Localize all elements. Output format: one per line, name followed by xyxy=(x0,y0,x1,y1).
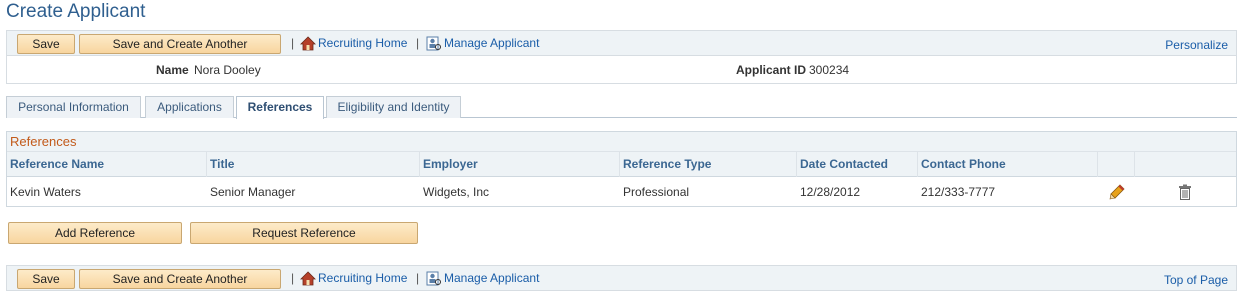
grid-header-row: Reference Name Title Employer Reference … xyxy=(7,152,1236,177)
contact-phone-cell: 212/333-7777 xyxy=(921,185,996,199)
toolbar-separator: | xyxy=(291,36,295,50)
title-cell: Senior Manager xyxy=(210,185,296,199)
home-icon[interactable] xyxy=(300,271,316,286)
column-header-reference-type: Reference Type xyxy=(620,152,797,177)
tab-personal-information[interactable]: Personal Information xyxy=(6,96,141,118)
save-button[interactable]: Save xyxy=(17,34,75,54)
save-and-create-another-button[interactable]: Save and Create Another xyxy=(79,34,281,54)
personalize-link[interactable]: Personalize xyxy=(1165,38,1228,52)
top-toolbar: Save Save and Create Another | Recruitin… xyxy=(6,30,1237,56)
applicant-header: Name Nora Dooley Applicant ID 300234 xyxy=(6,56,1237,84)
column-header-title: Title xyxy=(207,152,420,177)
column-header-edit xyxy=(1098,152,1135,177)
name-value: Nora Dooley xyxy=(194,63,261,77)
toolbar-separator: | xyxy=(291,271,295,285)
save-and-create-another-button[interactable]: Save and Create Another xyxy=(79,269,281,289)
reference-name-cell: Kevin Waters xyxy=(10,185,81,199)
date-contacted-cell: 12/28/2012 xyxy=(800,185,861,199)
column-header-delete xyxy=(1135,152,1236,177)
tab-bar: Personal Information Applications Refere… xyxy=(6,96,1237,119)
references-grid: References Reference Name Title Employer… xyxy=(6,131,1237,207)
references-grid-title: References xyxy=(7,132,1236,152)
home-icon[interactable] xyxy=(300,36,316,51)
manage-applicant-link[interactable]: Manage Applicant xyxy=(444,271,539,285)
recruiting-home-link[interactable]: Recruiting Home xyxy=(318,271,407,285)
trash-icon[interactable] xyxy=(1178,184,1192,200)
table-row: Kevin Waters Senior Manager Widgets, Inc… xyxy=(7,178,1236,207)
page-title: Create Applicant xyxy=(6,1,146,22)
applicant-id-value: 300234 xyxy=(809,63,850,77)
employer-cell: Widgets, Inc xyxy=(423,185,490,199)
recruiting-home-link[interactable]: Recruiting Home xyxy=(318,36,407,50)
tab-references[interactable]: References xyxy=(236,96,324,119)
column-header-contact-phone: Contact Phone xyxy=(918,152,1098,177)
manage-applicant-link[interactable]: Manage Applicant xyxy=(444,36,539,50)
toolbar-separator: | xyxy=(416,36,420,50)
applicant-id-label: Applicant ID xyxy=(736,63,807,77)
manage-applicant-icon[interactable] xyxy=(426,36,442,51)
column-header-date-contacted: Date Contacted xyxy=(797,152,918,177)
name-label: Name xyxy=(156,63,189,77)
request-reference-button[interactable]: Request Reference xyxy=(190,222,418,244)
tab-eligibility-and-identity[interactable]: Eligibility and Identity xyxy=(326,96,461,118)
column-header-employer: Employer xyxy=(420,152,620,177)
add-reference-button[interactable]: Add Reference xyxy=(8,222,182,244)
toolbar-separator: | xyxy=(416,271,420,285)
column-header-reference-name: Reference Name xyxy=(7,152,207,177)
top-of-page-link[interactable]: Top of Page xyxy=(1164,273,1228,287)
pencil-icon[interactable] xyxy=(1109,184,1125,200)
tab-applications[interactable]: Applications xyxy=(145,96,234,118)
reference-type-cell: Professional xyxy=(623,185,690,199)
save-button[interactable]: Save xyxy=(17,269,75,289)
bottom-toolbar: Save Save and Create Another | Recruitin… xyxy=(6,265,1237,291)
manage-applicant-icon[interactable] xyxy=(426,271,442,286)
